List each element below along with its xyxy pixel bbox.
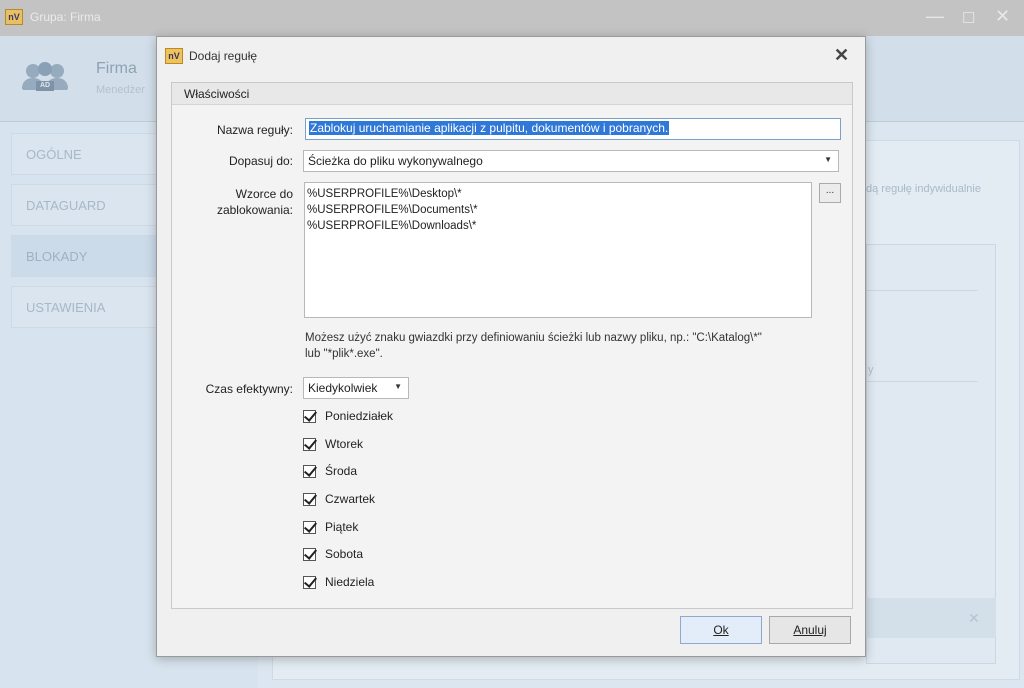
patterns-label: Wzorce do zablokowania: xyxy=(216,187,293,217)
divider xyxy=(866,290,978,291)
dialog-close-icon[interactable]: ✕ xyxy=(834,45,849,66)
cancel-button[interactable]: Anuluj xyxy=(769,616,851,644)
column-header: y xyxy=(866,358,978,382)
rule-name-label: Nazwa reguły: xyxy=(216,123,293,137)
background-window-title: Grupa: Firma xyxy=(30,10,101,24)
dialog-title: Dodaj regułę xyxy=(189,49,258,63)
checkbox-checked-icon[interactable] xyxy=(303,548,316,561)
remove-rule-icon[interactable]: ✕ xyxy=(968,610,980,627)
dialog-logo-icon: nV xyxy=(165,48,183,64)
background-titlebar xyxy=(0,0,1024,36)
ad-badge: AD xyxy=(36,81,54,91)
sidebar-item-dataguard[interactable]: DATAGUARD xyxy=(11,184,161,226)
wildcard-hint: Możesz użyć znaku gwiazdki przy definiow… xyxy=(305,332,762,360)
sidebar-item-ogolne[interactable]: OGÓLNE xyxy=(11,133,161,175)
app-logo-icon: nV xyxy=(5,9,23,25)
maximize-icon[interactable]: ☐ xyxy=(962,9,975,27)
checkbox-checked-icon[interactable] xyxy=(303,493,316,506)
ok-button[interactable]: Ok xyxy=(680,616,762,644)
effective-time-value: Kiedykolwiek xyxy=(308,381,378,395)
effective-time-select[interactable]: Kiedykolwiek ▼ xyxy=(303,377,409,399)
background-hint-text: dą regułę indywidualnie xyxy=(866,183,981,195)
browse-button[interactable]: ... xyxy=(819,183,841,203)
add-rule-dialog: nV Dodaj regułę ✕ Właściwości Nazwa regu… xyxy=(156,36,866,657)
rule-name-value: Zablokuj uruchamianie aplikacji z pulpit… xyxy=(309,121,670,135)
sidebar-item-ustawienia[interactable]: USTAWIENIA xyxy=(11,286,161,328)
minimize-icon[interactable]: — xyxy=(926,6,944,27)
sidebar-item-blokady[interactable]: BLOKADY xyxy=(11,235,161,277)
chevron-down-icon: ▼ xyxy=(824,155,832,164)
group-name: Firma xyxy=(96,60,137,77)
checkbox-checked-icon[interactable] xyxy=(303,410,316,423)
pattern-line: %USERPROFILE%\Downloads\* xyxy=(307,220,477,232)
pattern-line: %USERPROFILE%\Documents\* xyxy=(307,204,478,216)
pattern-line: %USERPROFILE%\Desktop\* xyxy=(307,188,462,200)
group-subtitle: Menedżer xyxy=(96,84,145,96)
close-window-icon[interactable]: ✕ xyxy=(995,6,1010,27)
checkbox-checked-icon[interactable] xyxy=(303,576,316,589)
rule-name-input[interactable]: Zablokuj uruchamianie aplikacji z pulpit… xyxy=(305,118,841,140)
effective-time-label: Czas efektywny: xyxy=(205,382,293,396)
checkbox-checked-icon[interactable] xyxy=(303,521,316,534)
checkbox-checked-icon[interactable] xyxy=(303,438,316,451)
match-value: Ścieżka do pliku wykonywalnego xyxy=(308,154,483,168)
match-label: Dopasuj do: xyxy=(228,154,293,168)
chevron-down-icon: ▼ xyxy=(394,382,402,391)
group-users-icon: AD xyxy=(22,62,68,94)
patterns-textarea[interactable]: %USERPROFILE%\Desktop\* %USERPROFILE%\Do… xyxy=(304,182,812,318)
checkbox-checked-icon[interactable] xyxy=(303,465,316,478)
properties-group-title: Właściwości xyxy=(172,83,852,105)
match-select[interactable]: Ścieżka do pliku wykonywalnego ▼ xyxy=(303,150,839,172)
